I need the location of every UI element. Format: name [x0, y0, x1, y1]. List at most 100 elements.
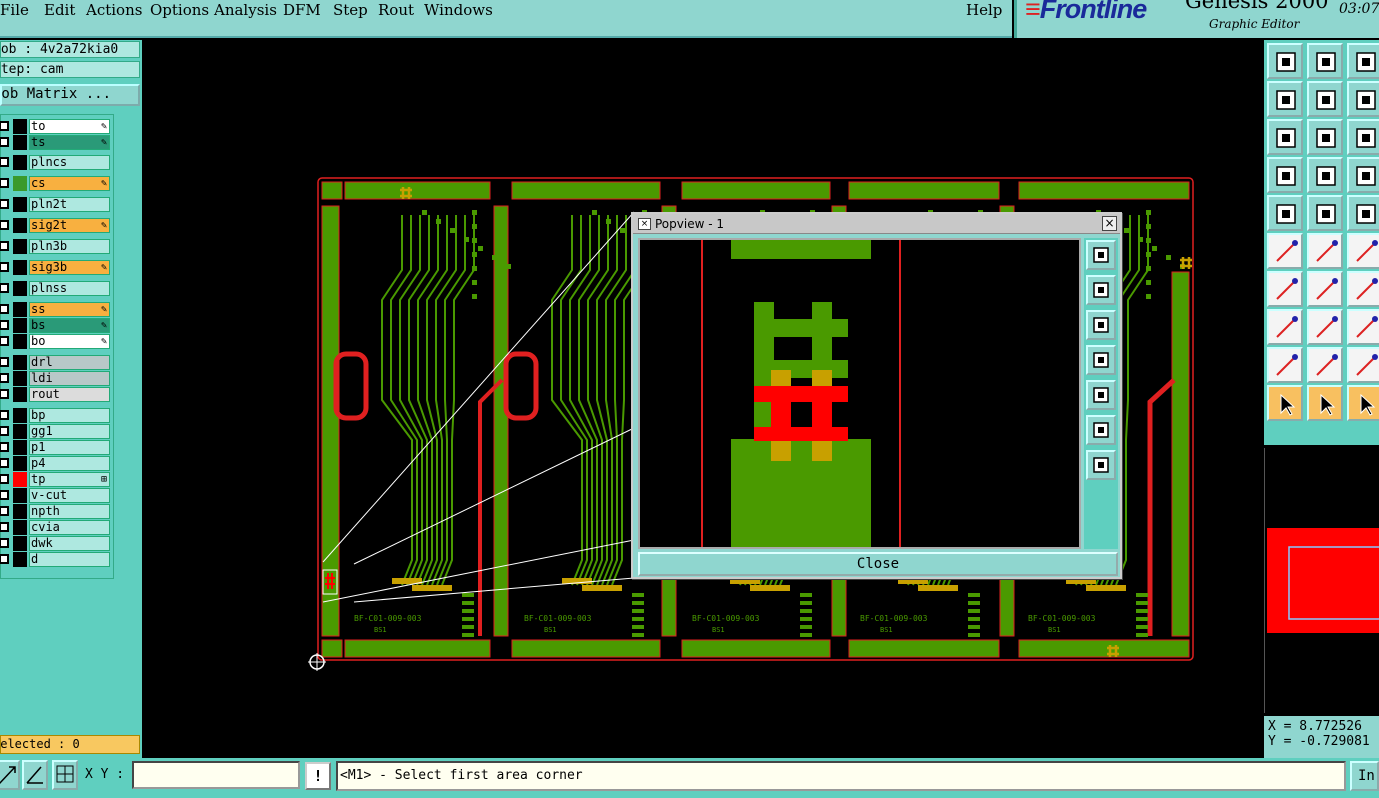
- layer-name[interactable]: d: [29, 552, 110, 567]
- menu-options[interactable]: Options: [150, 1, 209, 19]
- layer-row-p1[interactable]: p1: [0, 440, 113, 455]
- layer-row-plnss[interactable]: plnss: [0, 281, 113, 296]
- toolbar-button[interactable]: [1347, 385, 1379, 421]
- layer-name[interactable]: drl: [29, 355, 110, 370]
- layer-name[interactable]: sig3b ✎: [29, 260, 110, 275]
- layer-name[interactable]: plnss: [29, 281, 110, 296]
- layer-name[interactable]: npth: [29, 504, 110, 519]
- popview-close-button[interactable]: Close: [638, 552, 1118, 576]
- xy-input[interactable]: [132, 761, 300, 789]
- layer-color-swatch[interactable]: [13, 334, 27, 349]
- layer-row-sig2t[interactable]: sig2t ✎: [0, 218, 113, 233]
- menu-edit[interactable]: Edit: [44, 1, 75, 19]
- layer-checkbox[interactable]: [0, 538, 9, 548]
- toolbar-button[interactable]: [1267, 195, 1303, 231]
- layer-color-swatch[interactable]: [13, 472, 27, 487]
- toolbar-button[interactable]: [1307, 43, 1343, 79]
- layer-row-ldi[interactable]: ldi: [0, 371, 113, 386]
- toolbar-button[interactable]: [1267, 271, 1303, 307]
- close-icon[interactable]: ×: [1102, 216, 1117, 231]
- layer-name[interactable]: bp: [29, 408, 110, 423]
- menu-help[interactable]: Help: [966, 1, 1002, 19]
- toolbar-button[interactable]: [1307, 195, 1343, 231]
- layer-row-drl[interactable]: drl: [0, 355, 113, 370]
- layer-checkbox[interactable]: [0, 137, 9, 147]
- layer-checkbox[interactable]: [0, 474, 9, 484]
- layer-color-swatch[interactable]: [13, 318, 27, 333]
- layer-color-swatch[interactable]: [13, 520, 27, 535]
- layer-row-bs[interactable]: bs ✎: [0, 318, 113, 333]
- layer-color-swatch[interactable]: [13, 197, 27, 212]
- popview-titlebar[interactable]: × Popview - 1 ×: [633, 214, 1120, 234]
- layer-checkbox[interactable]: [0, 490, 9, 500]
- layer-color-swatch[interactable]: [13, 119, 27, 134]
- popview-view[interactable]: [638, 238, 1081, 549]
- toolbar-button[interactable]: [1347, 157, 1379, 193]
- layer-color-swatch[interactable]: [13, 176, 27, 191]
- menu-windows[interactable]: Windows: [424, 1, 493, 19]
- layer-color-swatch[interactable]: [13, 239, 27, 254]
- layer-color-swatch[interactable]: [13, 456, 27, 471]
- popview-tool-button[interactable]: [1086, 240, 1116, 270]
- toolbar-button[interactable]: [1347, 81, 1379, 117]
- layer-color-swatch[interactable]: [13, 218, 27, 233]
- popview-tool-button[interactable]: [1086, 345, 1116, 375]
- toolbar-button[interactable]: [1307, 81, 1343, 117]
- toolbar-button[interactable]: [1307, 157, 1343, 193]
- layer-row-cvia[interactable]: cvia: [0, 520, 113, 535]
- toolbar-button[interactable]: [1307, 385, 1343, 421]
- layer-checkbox[interactable]: [0, 554, 9, 564]
- layer-color-swatch[interactable]: [13, 440, 27, 455]
- toolbar-button[interactable]: [1267, 157, 1303, 193]
- layer-checkbox[interactable]: [0, 426, 9, 436]
- layer-checkbox[interactable]: [0, 178, 9, 188]
- layer-checkbox[interactable]: [0, 522, 9, 532]
- menu-analysis[interactable]: Analysis: [214, 1, 277, 19]
- layer-name[interactable]: bo ✎: [29, 334, 110, 349]
- menu-dfm[interactable]: DFM: [283, 1, 321, 19]
- layer-checkbox[interactable]: [0, 157, 9, 167]
- toolbar-button[interactable]: [1347, 347, 1379, 383]
- menu-file[interactable]: File: [0, 1, 29, 19]
- layer-name[interactable]: pln3b: [29, 239, 110, 254]
- toolbar-button[interactable]: [1347, 119, 1379, 155]
- layer-name[interactable]: gg1: [29, 424, 110, 439]
- window-menu-icon[interactable]: ×: [638, 218, 651, 230]
- grid-button[interactable]: [52, 760, 78, 790]
- layer-color-swatch[interactable]: [13, 424, 27, 439]
- toolbar-button[interactable]: [1347, 233, 1379, 269]
- toolbar-button[interactable]: [1267, 43, 1303, 79]
- layer-color-swatch[interactable]: [13, 135, 27, 150]
- toolbar-button[interactable]: [1347, 309, 1379, 345]
- layer-name[interactable]: dwk: [29, 536, 110, 551]
- menu-actions[interactable]: Actions: [86, 1, 142, 19]
- popview-tool-button[interactable]: [1086, 450, 1116, 480]
- layer-checkbox[interactable]: [0, 389, 9, 399]
- popview-tool-button[interactable]: [1086, 415, 1116, 445]
- popview-tool-button[interactable]: [1086, 380, 1116, 410]
- layer-row-bo[interactable]: bo ✎: [0, 334, 113, 349]
- toolbar-button[interactable]: [1267, 309, 1303, 345]
- toolbar-button[interactable]: [1307, 233, 1343, 269]
- layer-checkbox[interactable]: [0, 506, 9, 516]
- warning-button[interactable]: !: [305, 762, 331, 790]
- layer-checkbox[interactable]: [0, 199, 9, 209]
- layer-row-p4[interactable]: p4: [0, 456, 113, 471]
- layer-checkbox[interactable]: [0, 442, 9, 452]
- layer-checkbox[interactable]: [0, 357, 9, 367]
- measure-button[interactable]: [22, 760, 48, 790]
- layer-row-pln3b[interactable]: pln3b: [0, 239, 113, 254]
- layer-checkbox[interactable]: [0, 320, 9, 330]
- layer-name[interactable]: pln2t: [29, 197, 110, 212]
- toolbar-button[interactable]: [1267, 233, 1303, 269]
- layer-color-swatch[interactable]: [13, 155, 27, 170]
- layer-name[interactable]: p1: [29, 440, 110, 455]
- layer-checkbox[interactable]: [0, 262, 9, 272]
- layer-color-swatch[interactable]: [13, 355, 27, 370]
- toolbar-button[interactable]: [1307, 271, 1343, 307]
- layer-name[interactable]: cvia: [29, 520, 110, 535]
- layer-checkbox[interactable]: [0, 458, 9, 468]
- toolbar-button[interactable]: [1267, 119, 1303, 155]
- layer-name[interactable]: bs ✎: [29, 318, 110, 333]
- layer-color-swatch[interactable]: [13, 488, 27, 503]
